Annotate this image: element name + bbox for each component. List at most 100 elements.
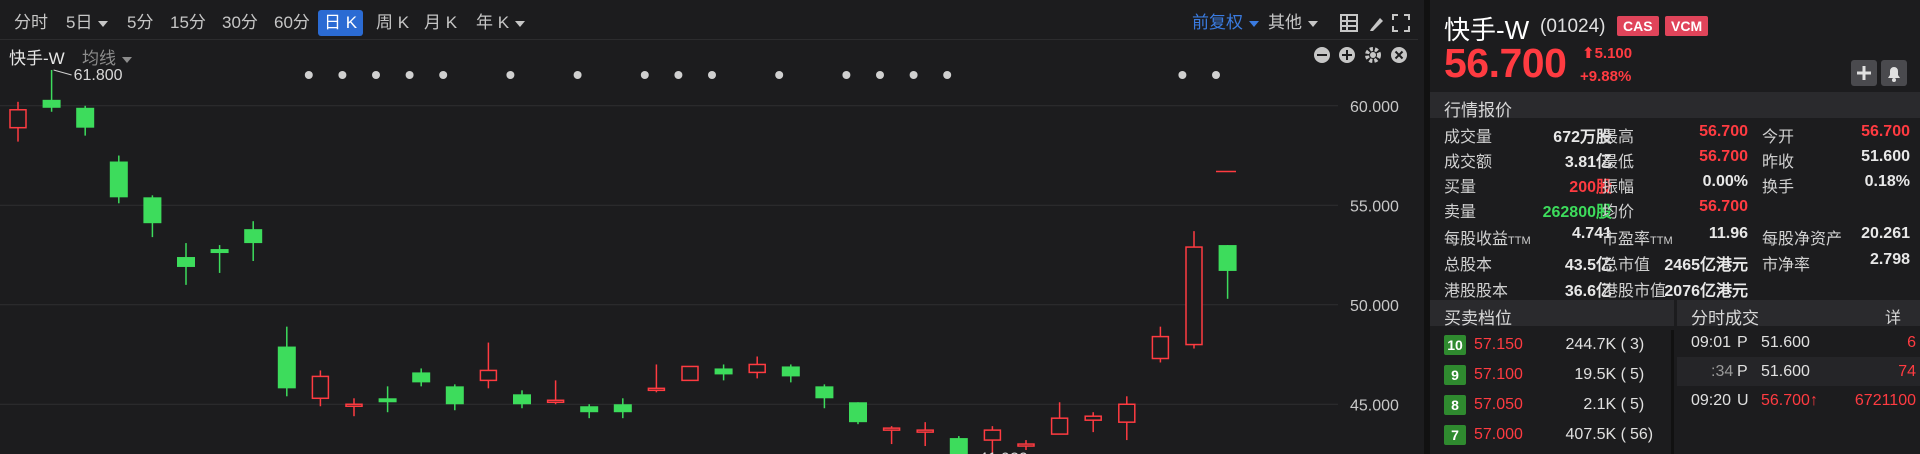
fundamental-row: 总股本 43.5亿 总市值 2465亿港元 市净率 2.798	[1430, 248, 1920, 275]
period-tab-0[interactable]: 分时	[8, 10, 54, 36]
quote-panel: 快手-W (01024) CAS VCM 56.700 ⬆5.100 +9.88…	[1424, 0, 1920, 454]
order-count: 5)	[1630, 366, 1645, 383]
event-dot-marker	[775, 71, 784, 79]
fullscreen-icon[interactable]	[1392, 14, 1410, 32]
quote-section-title: 行情报价	[1444, 101, 1512, 120]
quote-value: 672万股	[1553, 129, 1612, 146]
event-dot-marker	[674, 71, 683, 79]
high-annotation-line	[53, 69, 72, 76]
candle-body-up	[1118, 403, 1136, 423]
grid-icon[interactable]	[1340, 14, 1358, 32]
quote-label: 昨收	[1762, 154, 1795, 171]
fundamental-value: 2076亿港元	[1664, 283, 1748, 300]
order-volume: 244.7K (	[1565, 336, 1626, 353]
chevron-down-icon	[98, 20, 109, 27]
trade-flag: U	[1737, 392, 1749, 409]
order-level-badge: 8	[1444, 395, 1466, 415]
period-tab-4[interactable]: 30分	[216, 10, 264, 36]
candle-body-up	[311, 375, 330, 400]
fundamental-label: 总市值	[1602, 251, 1650, 275]
period-tab-2[interactable]: 5分	[121, 10, 159, 36]
order-book-row[interactable]: 10 57.150 244.7K (3)	[1430, 330, 1674, 360]
order-level-badge: 10	[1444, 335, 1466, 355]
trade-price: 51.600	[1761, 363, 1810, 380]
quote-value: 56.700	[1699, 198, 1748, 215]
price-change: ⬆5.100	[1582, 44, 1632, 62]
candle-body-up	[546, 399, 565, 404]
order-count: 5)	[1630, 396, 1645, 413]
candle-body-down	[815, 386, 834, 399]
event-dot-marker	[372, 71, 380, 79]
fundamental-value: 43.5亿	[1564, 257, 1612, 274]
close-icon[interactable]	[1390, 46, 1408, 64]
quote-value: 0.00%	[1702, 173, 1748, 190]
quote-value: 56.700	[1699, 148, 1748, 165]
period-tab-1[interactable]: 5日	[60, 10, 114, 36]
trade-volume: 6	[1907, 334, 1916, 351]
order-book-title: 买卖档位	[1444, 309, 1512, 328]
fundamental-value: 4.741	[1571, 225, 1612, 242]
fundamental-label: 市盈率TTM	[1602, 225, 1673, 249]
candle-body-down	[177, 257, 195, 267]
fundamental-label: 每股收益TTM	[1444, 225, 1531, 249]
order-count: 56)	[1630, 426, 1654, 443]
price-change-value: 5.100	[1594, 45, 1633, 62]
candle-body-up	[479, 369, 498, 382]
trades-detail-button[interactable]: 详	[1885, 304, 1901, 328]
order-book-row[interactable]: 7 57.000 407.5K (56)	[1430, 420, 1674, 450]
quote-label: 今开	[1762, 129, 1795, 146]
order-volume: 2.1K (	[1583, 396, 1626, 413]
candle-body-up	[1017, 443, 1035, 447]
fundamental-label: 港股市值	[1602, 277, 1666, 301]
price-alert-button[interactable]	[1881, 60, 1907, 86]
order-level-badge: 9	[1444, 365, 1466, 385]
zoom-in-icon[interactable]	[1338, 46, 1356, 64]
quote-label: 换手	[1762, 179, 1795, 196]
stock-code: (01024)	[1540, 16, 1606, 37]
trades-header: 分时成交 详	[1677, 300, 1920, 328]
order-book-row[interactable]: 9 57.100 19.5K (5)	[1430, 360, 1674, 390]
period-tab-3[interactable]: 15分	[164, 10, 212, 36]
add-watchlist-button[interactable]	[1851, 60, 1877, 86]
quote-value: 200股	[1569, 179, 1612, 196]
period-tab-label: 30分	[222, 13, 258, 32]
period-tab-6[interactable]: 日 K	[318, 10, 364, 36]
trade-price: 51.600	[1761, 334, 1810, 351]
period-tab-label: 分时	[14, 13, 48, 32]
fundamental-label: 港股股本	[1444, 277, 1508, 301]
candle-body-down	[42, 99, 61, 108]
fundamental-label: 市净率	[1762, 251, 1810, 275]
period-tab-9[interactable]: 年 K	[470, 10, 531, 36]
quote-label: 最高	[1602, 129, 1635, 146]
period-tab-5[interactable]: 60分	[268, 10, 316, 36]
adjust-dropdown[interactable]: 前复权	[1192, 10, 1259, 36]
period-tab-label: 5分	[127, 13, 154, 32]
gear-icon[interactable]	[1364, 46, 1382, 64]
other-dropdown[interactable]: 其他	[1268, 10, 1318, 36]
trade-time: 09:20	[1691, 392, 1732, 409]
quote-row: 成交额 3.81亿 最低 56.700 昨收 51.600	[1430, 145, 1920, 171]
event-dot-marker	[909, 71, 918, 79]
trade-volume: 6721100	[1854, 392, 1916, 409]
candle-body-down	[781, 366, 800, 377]
draw-icon[interactable]	[1368, 14, 1386, 32]
fundamental-label-text: 市盈率	[1602, 231, 1651, 248]
plus-icon	[1857, 66, 1871, 80]
period-tab-label: 15分	[170, 13, 206, 32]
y-tick-label: 60.000	[1350, 99, 1399, 116]
quote-label: 卖量	[1444, 204, 1477, 221]
event-dot-marker	[1212, 71, 1220, 79]
zoom-out-icon[interactable]	[1313, 46, 1331, 64]
kline-chart[interactable]: 60.000 55.000 50.000 45.000 61.800 41.920	[0, 66, 1418, 454]
order-count: 3)	[1630, 336, 1645, 353]
quote-value: 3.81亿	[1564, 154, 1612, 171]
period-tab-8[interactable]: 月 K	[418, 10, 463, 36]
period-tab-7[interactable]: 周 K	[370, 10, 415, 36]
order-book-row[interactable]: 8 57.050 2.1K (5)	[1430, 390, 1674, 420]
bell-icon	[1888, 67, 1900, 82]
quote-section-header: 行情报价	[1430, 92, 1920, 120]
last-price: 56.700	[1444, 40, 1567, 86]
period-tab-label: 5日	[66, 13, 93, 32]
fundamental-value: 2465亿港元	[1664, 257, 1748, 274]
fundamental-row: 每股收益TTM 4.741 市盈率TTM 11.96 每股净资产 20.261	[1430, 222, 1920, 249]
